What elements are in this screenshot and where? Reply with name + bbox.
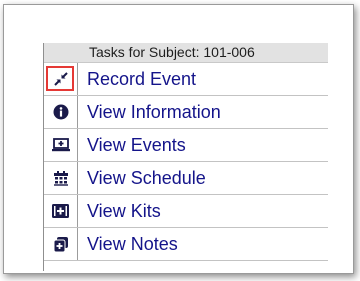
menu-item-record-event[interactable]: Record Event [44, 63, 328, 96]
calendar-icon [44, 162, 78, 194]
menu-header: Tasks for Subject: 101-006 [44, 43, 328, 63]
menu-item-view-information[interactable]: View Information [44, 96, 328, 129]
notes-icon [44, 228, 78, 260]
info-circle-icon [44, 96, 78, 128]
subject-task-menu: Tasks for Subject: 101-006 Record Event [43, 43, 328, 271]
compress-arrows-icon [44, 63, 78, 95]
task-menu-window: Tasks for Subject: 101-006 Record Event [3, 4, 354, 274]
menu-item-label: View Kits [87, 201, 161, 221]
kit-box-icon [44, 195, 78, 227]
menu-item-view-events[interactable]: View Events [44, 129, 328, 162]
menu-item-label: Record Event [87, 69, 197, 89]
menu-item-view-kits[interactable]: View Kits [44, 195, 328, 228]
menu-item-label: View Schedule [87, 168, 206, 188]
menu-item-view-notes[interactable]: View Notes [44, 228, 328, 261]
highlight-box [46, 66, 74, 91]
menu-item-view-schedule[interactable]: View Schedule [44, 162, 328, 195]
menu-item-label: View Information [87, 102, 221, 122]
monitor-plus-icon [44, 129, 78, 161]
menu-item-label: View Events [87, 135, 186, 155]
menu-item-label: View Notes [87, 234, 178, 254]
